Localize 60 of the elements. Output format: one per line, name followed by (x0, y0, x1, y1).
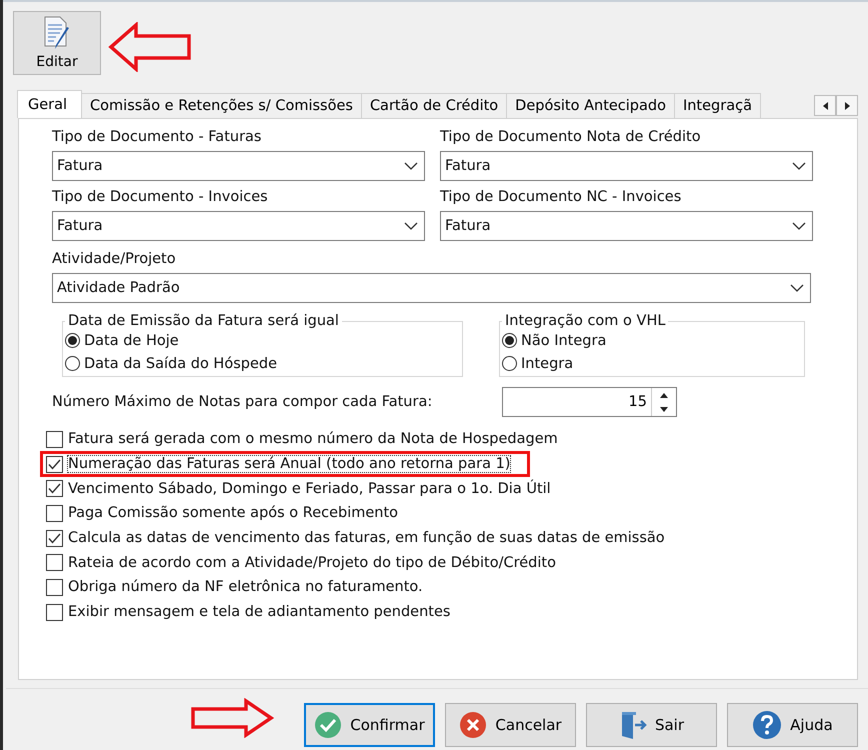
action-button[interactable]: Confirmar (304, 703, 435, 747)
spin-up-icon[interactable] (660, 392, 668, 398)
chevron-down-icon (790, 284, 804, 292)
checkbox[interactable] (46, 456, 63, 473)
checkbox-label[interactable]: Obriga número da NF eletrônica no faturamento. (68, 579, 423, 596)
field-label: Tipo de Documento Nota de Crédito (440, 129, 702, 147)
document-pencil-icon (42, 16, 72, 50)
chevron-down-icon (792, 162, 806, 170)
dropdown[interactable]: Atividade Padrão (52, 273, 811, 303)
chevron-down-icon (404, 222, 418, 230)
tab[interactable]: Integraçã (674, 93, 761, 118)
group-title: Data de Emissão da Fatura será igual (67, 313, 340, 329)
help-icon (752, 710, 782, 740)
number-spinner[interactable]: 15 (502, 387, 677, 417)
field-label: Tipo de Documento - Faturas (52, 129, 262, 147)
radio-button[interactable] (502, 333, 517, 348)
radio-button[interactable] (65, 333, 80, 348)
checkbox[interactable] (46, 578, 63, 596)
dropdown[interactable]: Fatura (440, 211, 813, 241)
scroll-right-button[interactable] (836, 95, 858, 116)
triangle-left-icon (822, 102, 828, 110)
radio-button[interactable] (65, 356, 80, 371)
field-label: Número Máximo de Notas para compor cada Fatura: (52, 394, 434, 410)
tab[interactable]: Geral (17, 90, 82, 118)
radio-label[interactable]: Integra (521, 356, 574, 372)
dropdown[interactable]: Fatura (52, 211, 425, 241)
scroll-left-button[interactable] (814, 95, 836, 116)
radio-button[interactable] (502, 356, 517, 371)
field-label: Tipo de Documento NC - Invoices (440, 189, 682, 207)
group-title: Integração com o VHL (504, 313, 666, 329)
checkbox[interactable] (46, 554, 63, 572)
checkbox[interactable] (46, 530, 63, 547)
checkbox-label[interactable]: Numeração das Faturas será Anual (todo ano retorna para 1) (68, 456, 510, 472)
field-label: Tipo de Documento - Invoices (52, 189, 269, 207)
checkbox-label[interactable]: Paga Comissão somente após o Recebimento (68, 505, 398, 522)
dropdown[interactable]: Fatura (52, 151, 425, 181)
checkbox-label[interactable]: Vencimento Sábado, Domingo e Feriado, Passar para o 1o. Dia Útil (68, 480, 551, 497)
chevron-down-icon (404, 162, 418, 170)
spin-down-icon[interactable] (660, 406, 668, 412)
action-button[interactable]: Cancelar (445, 703, 576, 747)
checkbox[interactable] (46, 480, 63, 498)
checkbox-label[interactable]: Exibir mensagem e tela de adiantamento pendentes (68, 604, 450, 620)
edit-button[interactable]: Editar (13, 11, 101, 75)
checkbox-label[interactable]: Rateia de acordo com a Atividade/Projeto do tipo de Débito/Crédito (68, 554, 556, 571)
checkbox[interactable] (46, 604, 63, 621)
field-label: Atividade/Projeto (52, 251, 177, 269)
action-button[interactable]: Ajuda (727, 703, 858, 747)
dropdown[interactable]: Fatura (440, 151, 813, 181)
close-icon (459, 711, 488, 739)
radio-label[interactable]: Não Integra (521, 332, 606, 348)
chevron-down-icon (792, 222, 806, 230)
radio-label[interactable]: Data de Hoje (84, 332, 179, 348)
triangle-right-icon (844, 102, 850, 110)
check-icon (314, 711, 342, 739)
radio-label[interactable]: Data da Saída do Hóspede (84, 356, 278, 372)
checkbox[interactable] (46, 504, 63, 522)
checkbox-label[interactable]: Fatura será gerada com o mesmo número da Nota de Hospedagem (68, 431, 558, 448)
checkbox-label[interactable]: Calcula as datas de vencimento das faturas, em função de suas datas de emissão (68, 530, 665, 546)
checkbox[interactable] (46, 430, 63, 448)
action-button[interactable]: Sair (586, 703, 717, 747)
